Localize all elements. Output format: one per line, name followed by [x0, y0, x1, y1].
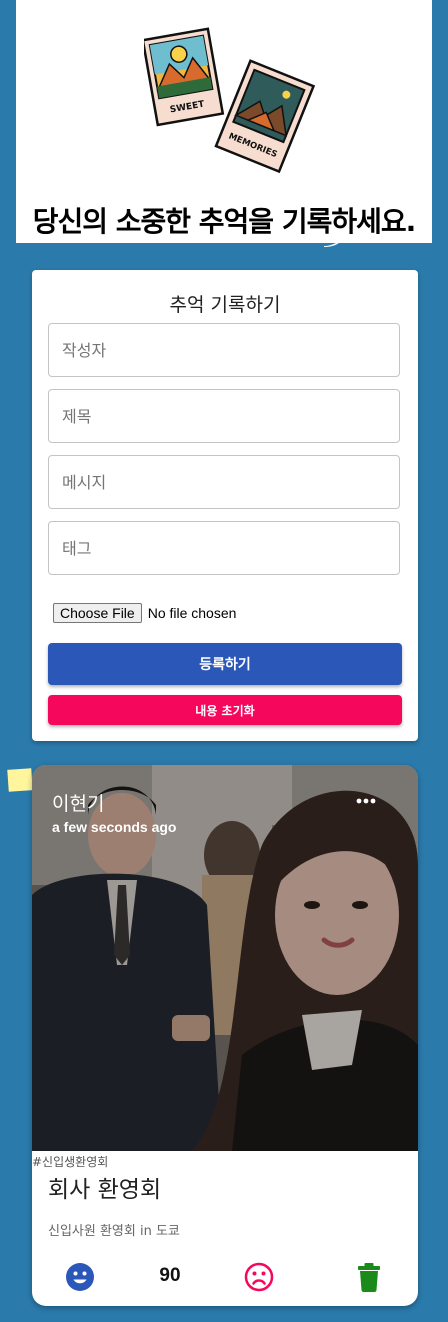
post-card: 이현기 a few seconds ago #신입생환영회 회사 환영회 신입사…: [32, 765, 418, 1306]
file-status: No file chosen: [147, 605, 237, 621]
reset-button[interactable]: 내용 초기화: [48, 695, 402, 725]
more-horiz-icon[interactable]: [350, 791, 382, 811]
frown-icon: [244, 1262, 274, 1292]
form-title: 추억 기록하기: [169, 294, 281, 316]
choose-file-button[interactable]: Choose File: [53, 603, 142, 623]
app-header: SWEET MEMORIES 당신의 소중한 추억을 기록하세요.: [16, 0, 432, 243]
dislike-button[interactable]: [242, 1259, 276, 1295]
title-input[interactable]: [48, 389, 400, 443]
speech-bubble-decoration: [324, 236, 344, 247]
post-message: 신입사원 환영회 in 도쿄: [48, 1224, 180, 1239]
like-button[interactable]: [64, 1259, 96, 1295]
message-input[interactable]: [48, 455, 400, 509]
creator-input[interactable]: [48, 323, 400, 377]
tagline: 당신의 소중한 추억을 기록하세요.: [32, 205, 417, 238]
post-time: a few seconds ago: [52, 819, 177, 835]
sweet-memories-logo: SWEET MEMORIES: [144, 27, 316, 174]
memory-form: 추억 기록하기 Choose File No file chosen 등록하기 …: [32, 270, 418, 741]
post-creator: 이현기: [52, 793, 105, 815]
file-upload: Choose File No file chosen: [53, 603, 236, 623]
like-count: 90: [159, 1265, 181, 1286]
post-actions: 90: [32, 1259, 418, 1295]
delete-button[interactable]: [354, 1259, 384, 1295]
tags-input[interactable]: [48, 521, 400, 575]
submit-button[interactable]: 등록하기: [48, 643, 402, 685]
sticky-note-decoration: [7, 768, 33, 792]
smile-icon: [66, 1263, 94, 1291]
post-title: 회사 환영회: [48, 1177, 162, 1203]
trash-icon: [358, 1263, 380, 1292]
post-tags: #신입생환영회: [32, 1155, 109, 1169]
